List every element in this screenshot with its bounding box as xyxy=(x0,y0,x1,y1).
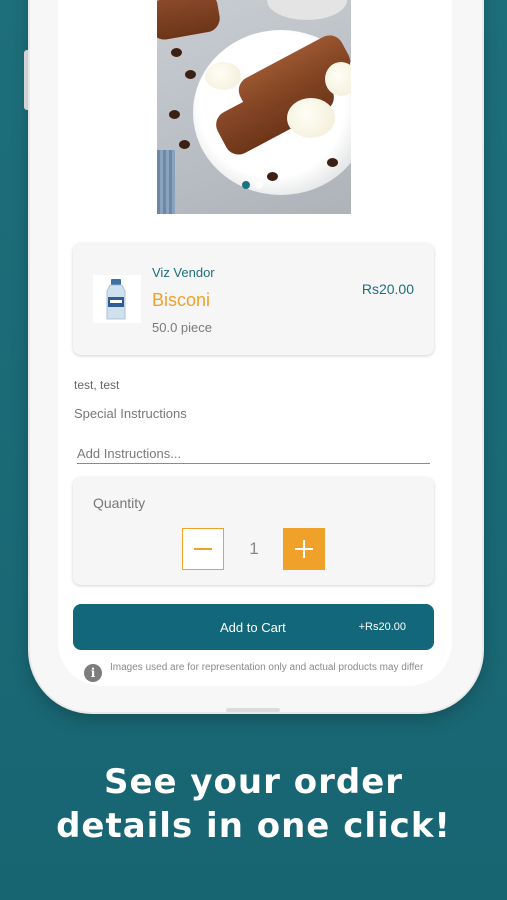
chocolate-chip xyxy=(267,172,278,181)
headline-line-1: See your order xyxy=(103,762,404,802)
cart-total-price: +Rs20.00 xyxy=(358,621,406,633)
add-to-cart-button[interactable]: Add to Cart +Rs20.00 xyxy=(73,604,434,650)
chocolate-chip xyxy=(179,140,190,149)
decrease-quantity-button[interactable] xyxy=(182,528,224,570)
quantity-label: Quantity xyxy=(93,495,146,511)
special-instructions-label: Special Instructions xyxy=(74,406,187,421)
biscotti-piece xyxy=(157,0,222,42)
cream-dollop xyxy=(205,62,241,90)
info-icon: i xyxy=(84,664,102,682)
product-name: Bisconi xyxy=(152,290,211,310)
chocolate-chip xyxy=(171,48,182,57)
instructions-input[interactable] xyxy=(77,443,430,464)
product-price: Rs20.00 xyxy=(361,281,414,297)
quantity-value: 1 xyxy=(249,539,259,558)
promo-headline: See your order details in one click! xyxy=(0,760,507,848)
water-bottle-icon xyxy=(93,275,141,323)
headline-line-2: details in one click! xyxy=(56,806,451,846)
cup-decoration xyxy=(267,0,347,20)
add-to-cart-label: Add to Cart xyxy=(220,620,286,635)
product-image xyxy=(157,0,351,214)
home-indicator xyxy=(226,708,280,712)
carousel-dot-active[interactable] xyxy=(242,181,250,189)
product-unit: 50.0 piece xyxy=(152,320,212,335)
disclaimer-text: Images used are for representation only … xyxy=(110,662,424,673)
chocolate-chip xyxy=(169,110,180,119)
minus-icon xyxy=(194,548,212,550)
carousel-dot[interactable] xyxy=(255,181,263,189)
napkin xyxy=(157,150,175,214)
quantity-card: Quantity 1 xyxy=(73,477,434,585)
chocolate-chip xyxy=(185,70,196,79)
chocolate-chip xyxy=(327,158,338,167)
address-note: test, test xyxy=(74,378,120,392)
product-card: Viz Vendor Bisconi 50.0 piece Rs20.00 xyxy=(73,243,434,355)
cream-dollop xyxy=(287,98,335,138)
cream-dollop xyxy=(325,62,351,96)
increase-quantity-button[interactable] xyxy=(283,528,325,570)
vendor-name: Viz Vendor xyxy=(152,265,215,280)
